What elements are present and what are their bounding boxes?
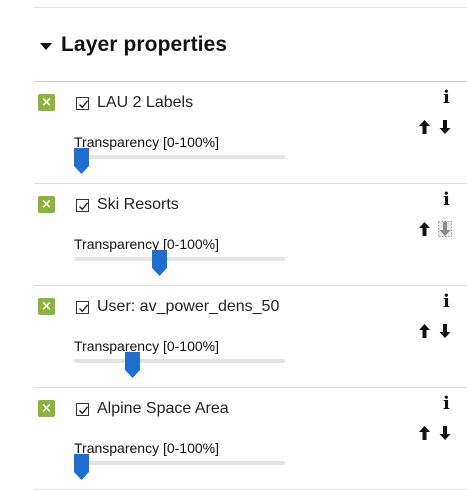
arrow-down-icon[interactable]	[438, 323, 452, 339]
checkmark-icon	[79, 304, 89, 313]
close-icon: ×	[41, 299, 52, 314]
transparency-label: Transparency [0-100%]	[74, 338, 219, 354]
info-icon[interactable]: i	[443, 191, 450, 209]
panel-header[interactable]: Layer properties	[40, 33, 227, 57]
transparency-label: Transparency [0-100%]	[74, 134, 219, 150]
arrow-up-icon[interactable]	[419, 222, 430, 236]
layer-name: Ski Resorts	[97, 196, 179, 213]
arrow-down-icon	[438, 221, 452, 237]
layer-row-3: × User: av_power_dens_50 Transparency [0…	[34, 286, 467, 388]
layer-visibility-checkbox[interactable]	[76, 97, 89, 110]
close-icon: ×	[41, 95, 52, 110]
transparency-slider-track[interactable]	[74, 155, 285, 159]
transparency-slider-handle[interactable]	[74, 454, 89, 480]
layer-row-2: × Ski Resorts Transparency [0-100%] i	[34, 184, 467, 286]
remove-layer-button[interactable]: ×	[38, 94, 55, 111]
arrow-down-icon[interactable]	[438, 119, 452, 135]
info-icon[interactable]: i	[443, 293, 450, 311]
transparency-label: Transparency [0-100%]	[74, 236, 219, 252]
close-icon: ×	[41, 197, 52, 212]
arrow-up-icon[interactable]	[419, 120, 430, 134]
transparency-slider-track[interactable]	[74, 461, 285, 465]
transparency-slider-handle[interactable]	[152, 250, 168, 276]
layer-row-1: × LAU 2 Labels Transparency [0-100%] i	[34, 82, 467, 184]
remove-layer-button[interactable]: ×	[38, 298, 55, 315]
layer-row-4: × Alpine Space Area Transparency [0-100%…	[34, 388, 467, 490]
caret-down-icon[interactable]	[40, 42, 52, 50]
remove-layer-button[interactable]: ×	[38, 400, 55, 417]
checkmark-icon	[79, 100, 89, 109]
checkmark-icon	[79, 406, 89, 415]
transparency-label: Transparency [0-100%]	[74, 440, 219, 456]
arrow-up-icon[interactable]	[419, 426, 430, 440]
checkmark-icon	[79, 202, 89, 211]
arrow-down-icon[interactable]	[438, 425, 452, 441]
transparency-slider-track[interactable]	[74, 359, 285, 363]
info-icon[interactable]: i	[443, 395, 450, 413]
panel-title: Layer properties	[61, 33, 228, 56]
top-divider	[34, 7, 467, 8]
layer-visibility-checkbox[interactable]	[76, 199, 89, 212]
arrow-up-icon[interactable]	[419, 324, 430, 338]
layer-visibility-checkbox[interactable]	[76, 403, 89, 416]
layer-name: Alpine Space Area	[97, 400, 229, 417]
layer-name: User: av_power_dens_50	[97, 298, 280, 315]
info-icon[interactable]: i	[443, 89, 450, 107]
transparency-slider-handle[interactable]	[124, 352, 140, 378]
layer-name: LAU 2 Labels	[97, 94, 194, 111]
close-icon: ×	[41, 401, 52, 416]
layer-visibility-checkbox[interactable]	[76, 301, 89, 314]
remove-layer-button[interactable]: ×	[38, 196, 55, 213]
transparency-slider-track[interactable]	[74, 257, 285, 261]
transparency-slider-handle[interactable]	[74, 148, 89, 174]
